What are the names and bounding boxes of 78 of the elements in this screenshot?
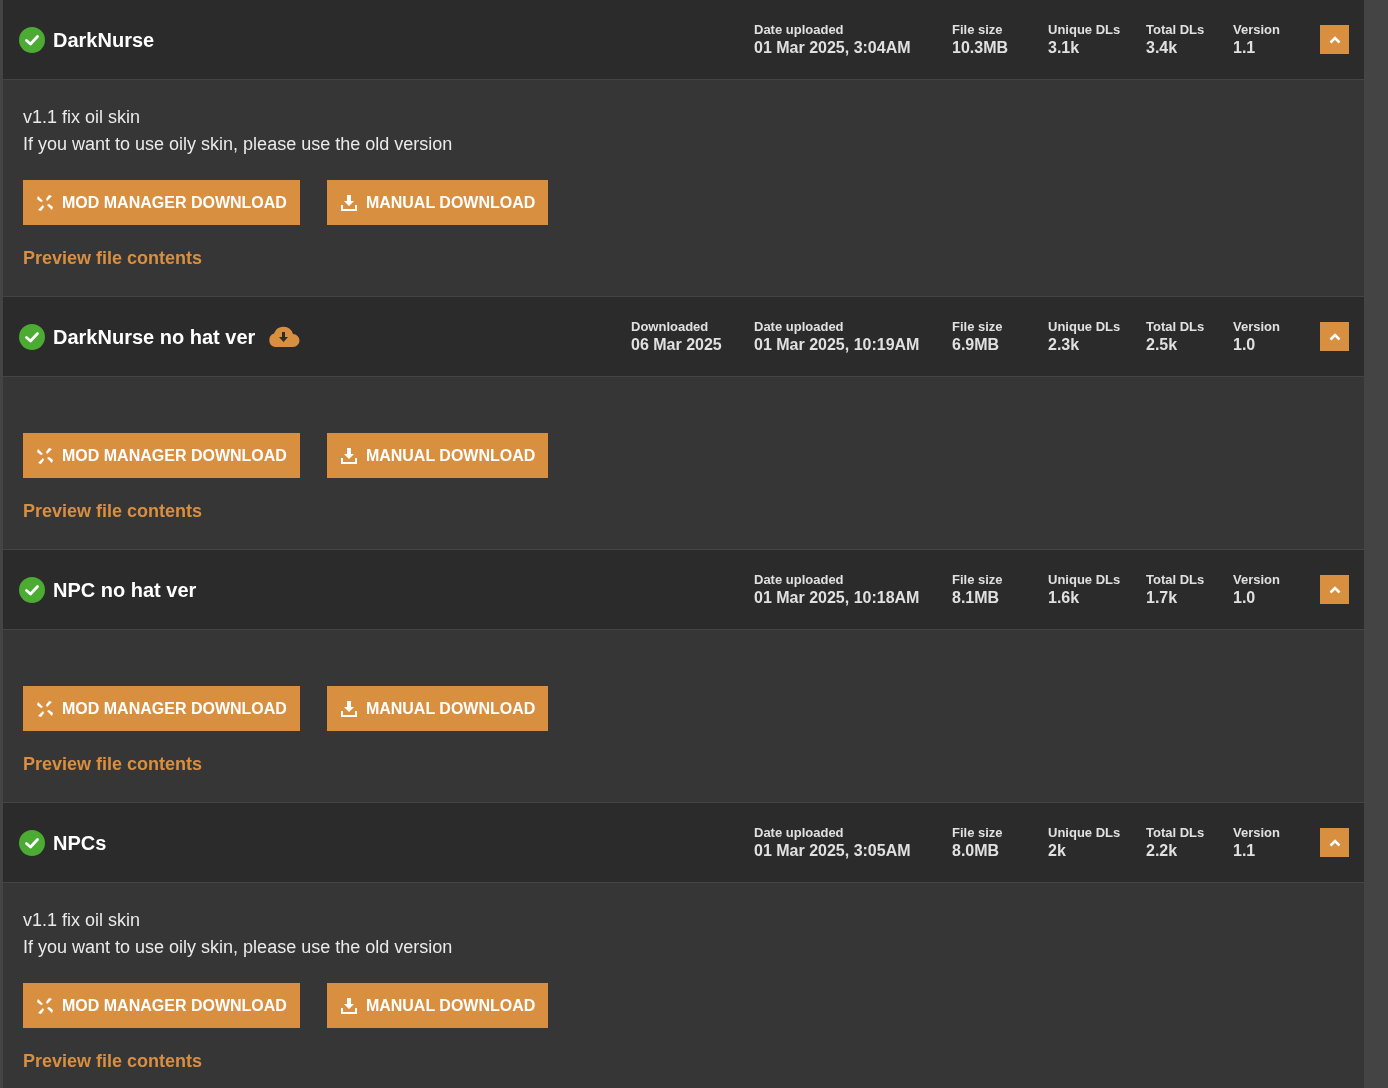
stat-label: Version [1233,571,1281,588]
stat-label: File size [952,824,1004,841]
stat-value: 1.0 [1233,587,1257,608]
stat-value: 8.0MB [952,840,1001,861]
stat-label: Unique DLs [1048,318,1122,335]
collapse-toggle-button[interactable] [1320,828,1349,857]
stat-label: Date uploaded [754,318,845,335]
download-button[interactable]: MANUAL DOWNLOAD [326,433,549,478]
stat-label: File size [952,21,1004,38]
preview-file-contents-link[interactable]: Preview file contents [23,245,203,272]
download-button[interactable]: MOD MANAGER DOWNLOAD [23,686,300,731]
stat-value: 01 Mar 2025, 3:05AM [754,840,912,861]
stat-value: 3.1k [1048,37,1081,58]
stat-label: Unique DLs [1048,824,1122,841]
stat-label: Date uploaded [754,824,845,841]
stat-value: 2.3k [1048,334,1081,355]
stat-label: Total DLs [1146,571,1206,588]
stat-value: 10.3MB [952,37,1010,58]
collapse-toggle-button[interactable] [1320,575,1349,604]
stat-label: Date uploaded [754,21,845,38]
stat-value: 2k [1048,840,1067,861]
file-title: NPC no hat ver [53,577,197,603]
download-button[interactable]: MANUAL DOWNLOAD [326,686,549,731]
fan-icon [36,699,54,718]
stat-label: Total DLs [1146,824,1206,841]
stat-value: 1.1 [1233,37,1257,58]
description-line: v1.1 fix oil skin [23,909,142,932]
stat-value: 01 Mar 2025, 3:04AM [754,37,912,58]
download-button[interactable]: MANUAL DOWNLOAD [326,180,549,225]
download-icon [339,996,358,1015]
download-button[interactable]: MOD MANAGER DOWNLOAD [23,180,300,225]
stat-label: Version [1233,318,1281,335]
fan-icon [36,996,54,1015]
stat-label: Version [1233,824,1281,841]
file-title: DarkNurse [53,27,155,53]
download-icon [339,193,358,212]
description-line: If you want to use oily skin, please use the old version [23,133,454,156]
stat-label: File size [952,571,1004,588]
stat-value: 01 Mar 2025, 10:18AM [754,587,921,608]
preview-file-contents-link[interactable]: Preview file contents [23,1048,203,1075]
download-icon [339,699,358,718]
stat-label: Version [1233,21,1281,38]
fan-icon [36,446,54,465]
chevron-icon [1328,35,1341,44]
stat-value: 01 Mar 2025, 10:19AM [754,334,921,355]
chevron-icon [1328,332,1341,341]
file-title: NPCs [53,830,107,856]
stat-value: 8.1MB [952,587,1001,608]
stat-label: Date uploaded [754,571,845,588]
stat-value: 6.9MB [952,334,1001,355]
download-button[interactable]: MOD MANAGER DOWNLOAD [23,433,300,478]
stat-value: 3.4k [1146,37,1179,58]
stat-value: 1.7k [1146,587,1179,608]
download-button[interactable]: MOD MANAGER DOWNLOAD [23,983,300,1028]
description-line: If you want to use oily skin, please use the old version [23,936,454,959]
file-title: DarkNurse no hat ver [53,324,256,350]
chevron-icon [1328,585,1341,594]
description-line: v1.1 fix oil skin [23,106,142,129]
stat-label: File size [952,318,1004,335]
collapse-toggle-button[interactable] [1320,322,1349,351]
stat-value: 1.1 [1233,840,1257,861]
stat-label: Downloaded [631,318,710,335]
stat-label: Total DLs [1146,318,1206,335]
stat-value: 1.0 [1233,334,1257,355]
download-icon [339,446,358,465]
download-button[interactable]: MANUAL DOWNLOAD [326,983,549,1028]
stat-value: 06 Mar 2025 [631,334,723,355]
stat-value: 2.5k [1146,334,1179,355]
collapse-toggle-button[interactable] [1320,25,1349,54]
fan-icon [36,193,54,212]
stat-value: 1.6k [1048,587,1081,608]
stat-label: Unique DLs [1048,21,1122,38]
preview-file-contents-link[interactable]: Preview file contents [23,498,203,525]
stat-value: 2.2k [1146,840,1179,861]
chevron-icon [1328,838,1341,847]
stat-label: Total DLs [1146,21,1206,38]
preview-file-contents-link[interactable]: Preview file contents [23,751,203,778]
stat-label: Unique DLs [1048,571,1122,588]
